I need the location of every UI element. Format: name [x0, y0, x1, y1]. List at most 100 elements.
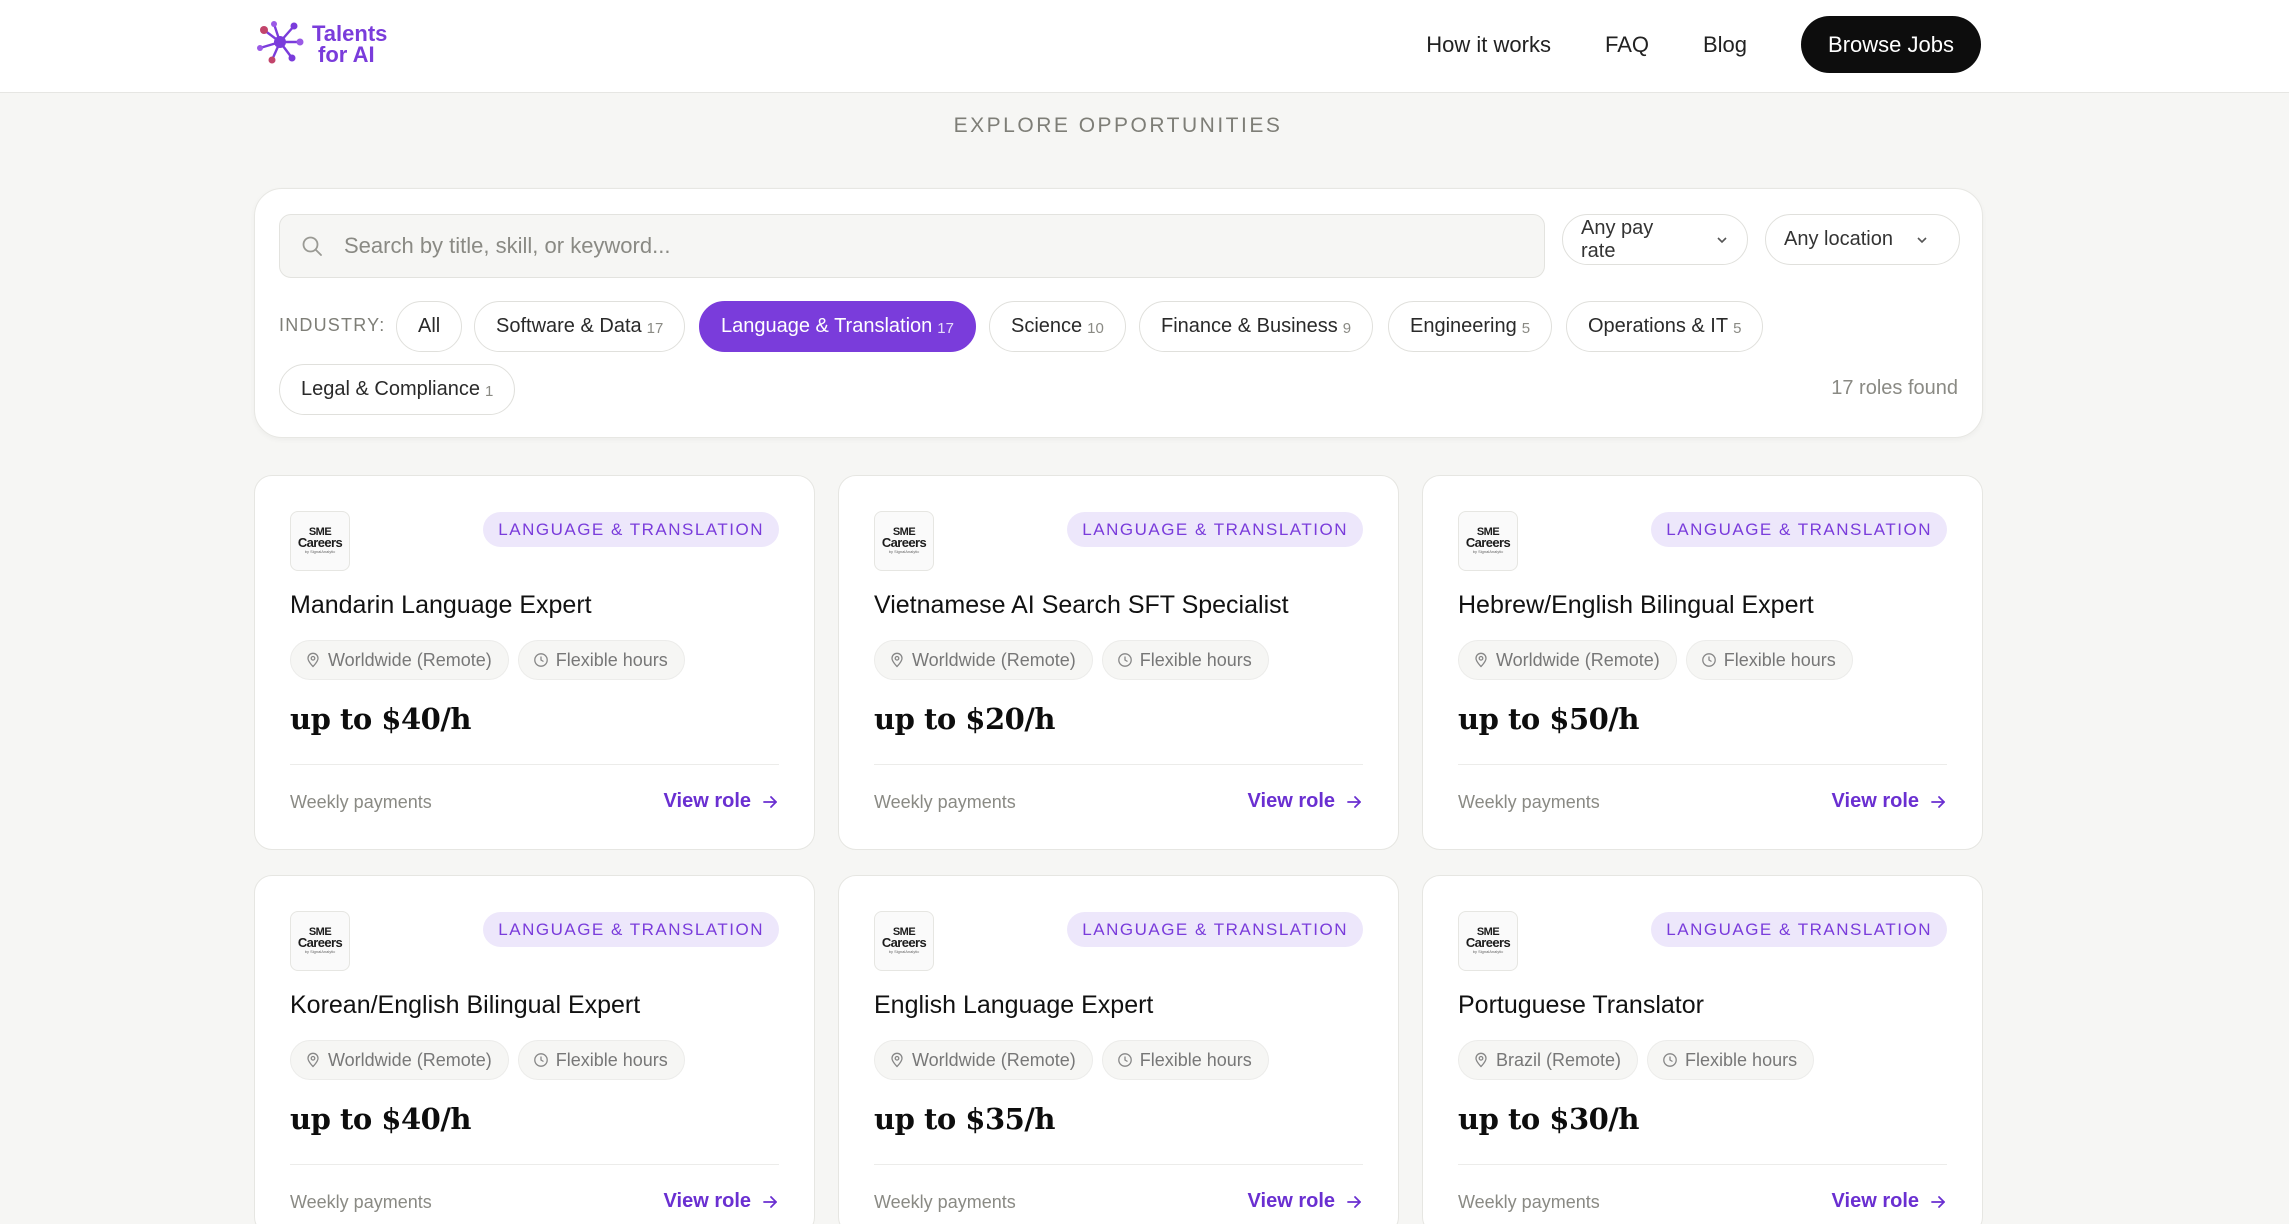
pay-rate: up to $35/h — [874, 1102, 1056, 1136]
company-logo-line2: Careers — [881, 935, 927, 950]
payment-frequency: Weekly payments — [1458, 792, 1600, 812]
map-pin-icon — [1473, 1052, 1489, 1068]
view-role-link[interactable]: View role — [1248, 1190, 1363, 1213]
job-title[interactable]: Mandarin Language Expert — [290, 591, 592, 620]
view-role-link[interactable]: View role — [664, 790, 779, 813]
hours-text: Flexible hours — [555, 649, 668, 670]
hours-chip: Flexible hours — [1685, 640, 1853, 680]
job-title[interactable]: English Language Expert — [874, 991, 1153, 1020]
pill-label: Software & Data — [496, 315, 642, 337]
industry-pill-software-data[interactable]: Software & Data 17 — [474, 301, 686, 352]
view-role-link[interactable]: View role — [1832, 1190, 1947, 1213]
job-card[interactable]: SME Careers by SignalAnalytic LANGUAGE &… — [838, 875, 1399, 1224]
job-title[interactable]: Portuguese Translator — [1458, 991, 1704, 1020]
view-role-label: View role — [663, 790, 751, 812]
payment-frequency: Weekly payments — [874, 1192, 1016, 1212]
location-chip: Worldwide (Remote) — [290, 640, 509, 680]
industry-pill-operations-it[interactable]: Operations & IT 5 — [1566, 301, 1764, 352]
company-logo-line2: Careers — [297, 535, 343, 550]
job-title[interactable]: Korean/English Bilingual Expert — [290, 991, 640, 1020]
card-divider — [874, 764, 1363, 765]
industry-pill-all[interactable]: All — [396, 301, 463, 352]
industry-pill-language-translation[interactable]: Language & Translation 17 — [699, 301, 976, 352]
company-logo-line3: by SignalAnalytic — [888, 549, 920, 554]
pill-label: Language & Translation — [721, 315, 933, 337]
job-meta: Worldwide (Remote) Flexible hours — [290, 640, 694, 680]
company-logo-line2: Careers — [297, 935, 343, 950]
browse-jobs-button[interactable]: Browse Jobs — [1801, 16, 1981, 73]
job-meta: Brazil (Remote) Flexible hours — [1458, 1040, 1823, 1080]
hours-chip: Flexible hours — [517, 1040, 685, 1080]
hours-chip: Flexible hours — [1101, 1040, 1269, 1080]
hours-text: Flexible hours — [1139, 649, 1252, 670]
job-card[interactable]: SME Careers by SignalAnalytic LANGUAGE &… — [1422, 475, 1983, 850]
site-header: Talents for AI How it works FAQ Blog Bro… — [0, 0, 2289, 93]
job-title[interactable]: Vietnamese AI Search SFT Specialist — [874, 591, 1289, 620]
card-divider — [1458, 764, 1947, 765]
company-logo: SME Careers by SignalAnalytic — [874, 511, 934, 571]
industry-tag: LANGUAGE & TRANSLATION — [1067, 512, 1363, 547]
job-card[interactable]: SME Careers by SignalAnalytic LANGUAGE &… — [1422, 875, 1983, 1224]
search-box[interactable] — [279, 214, 1545, 278]
industry-tag: LANGUAGE & TRANSLATION — [1651, 512, 1947, 547]
nav-blog[interactable]: Blog — [1703, 32, 1747, 58]
location-select[interactable]: Any location — [1765, 214, 1960, 265]
company-logo-line3: by SignalAnalytic — [304, 949, 336, 954]
view-role-link[interactable]: View role — [1832, 790, 1947, 813]
nav-how-it-works[interactable]: How it works — [1426, 32, 1551, 58]
view-role-link[interactable]: View role — [664, 1190, 779, 1213]
location-text: Worldwide (Remote) — [912, 649, 1076, 670]
industry-pill-legal-compliance[interactable]: Legal & Compliance 1 — [279, 364, 516, 415]
map-pin-icon — [889, 1052, 905, 1068]
pay-rate: up to $20/h — [874, 702, 1056, 736]
logo-line-2: for AI — [318, 42, 375, 67]
clock-icon — [533, 652, 549, 668]
hours-chip: Flexible hours — [517, 640, 685, 680]
company-logo: SME Careers by SignalAnalytic — [290, 911, 350, 971]
payment-frequency: Weekly payments — [290, 792, 432, 812]
company-logo-line3: by SignalAnalytic — [1472, 949, 1504, 954]
company-logo: SME Careers by SignalAnalytic — [1458, 911, 1518, 971]
arrow-right-icon — [1929, 793, 1947, 811]
pill-label: Legal & Compliance — [301, 378, 480, 400]
payment-frequency: Weekly payments — [1458, 1192, 1600, 1212]
location-value: Any location — [1784, 228, 1893, 250]
industry-pill-engineering[interactable]: Engineering 5 — [1388, 301, 1553, 352]
search-input[interactable] — [344, 233, 1494, 259]
industry-pill-science[interactable]: Science 10 — [989, 301, 1126, 352]
job-card[interactable]: SME Careers by SignalAnalytic LANGUAGE &… — [254, 475, 815, 850]
clock-icon — [1117, 1052, 1133, 1068]
view-role-label: View role — [1831, 790, 1919, 812]
card-divider — [1458, 1164, 1947, 1165]
job-card[interactable]: SME Careers by SignalAnalytic LANGUAGE &… — [254, 875, 815, 1224]
industry-pill-finance-business[interactable]: Finance & Business 9 — [1139, 301, 1374, 352]
pay-rate: up to $40/h — [290, 1102, 472, 1136]
pill-label: Science — [1011, 315, 1083, 337]
job-card[interactable]: SME Careers by SignalAnalytic LANGUAGE &… — [838, 475, 1399, 850]
pill-label: Engineering — [1410, 315, 1517, 337]
pill-count: 1 — [485, 382, 494, 400]
hours-chip: Flexible hours — [1647, 1040, 1815, 1080]
pill-count: 5 — [1521, 319, 1531, 337]
job-title[interactable]: Hebrew/English Bilingual Expert — [1458, 591, 1814, 620]
hours-text: Flexible hours — [1723, 649, 1836, 670]
search-icon — [300, 234, 324, 258]
location-text: Worldwide (Remote) — [328, 649, 492, 670]
card-divider — [290, 764, 779, 765]
location-chip: Worldwide (Remote) — [1458, 640, 1677, 680]
nav-faq[interactable]: FAQ — [1605, 32, 1649, 58]
pay-rate-select[interactable]: Any pay rate — [1562, 214, 1748, 265]
industry-tag: LANGUAGE & TRANSLATION — [483, 912, 779, 947]
pay-rate: up to $30/h — [1458, 1102, 1640, 1136]
site-logo[interactable]: Talents for AI — [252, 18, 387, 70]
view-role-link[interactable]: View role — [1248, 790, 1363, 813]
industry-tag: LANGUAGE & TRANSLATION — [1651, 912, 1947, 947]
roles-found-count: 17 roles found — [1831, 377, 1958, 399]
arrow-right-icon — [1929, 1193, 1947, 1211]
industry-tag: LANGUAGE & TRANSLATION — [1067, 912, 1363, 947]
job-meta: Worldwide (Remote) Flexible hours — [1458, 640, 1862, 680]
clock-icon — [533, 1052, 549, 1068]
pill-label: Finance & Business — [1161, 315, 1338, 337]
main-nav: How it works FAQ Blog Browse Jobs — [1426, 16, 1981, 73]
map-pin-icon — [305, 652, 321, 668]
